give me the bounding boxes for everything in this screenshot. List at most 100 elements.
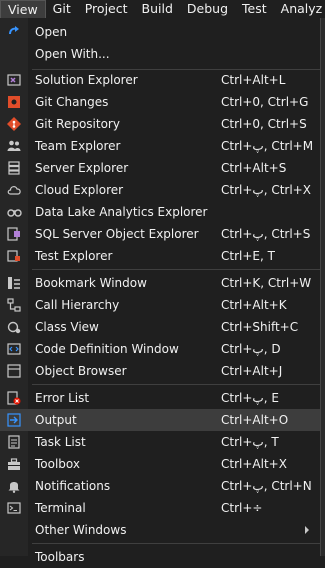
- menu-item-shortcut: Ctrl+پ, D: [221, 342, 281, 356]
- menu-item-code-definition-window[interactable]: Code Definition Window Ctrl+پ, D: [0, 338, 320, 360]
- menu-item-git-repository[interactable]: Git Repository Ctrl+0, Ctrl+S: [0, 113, 320, 135]
- team-explorer-icon: [6, 138, 22, 154]
- menu-item-solution-explorer[interactable]: Solution Explorer Ctrl+Alt+L: [0, 69, 320, 91]
- menu-item-shortcut: Ctrl+پ, E: [221, 391, 279, 405]
- menu-item-shortcut: Ctrl+E, T: [221, 249, 275, 263]
- menu-item-open[interactable]: Open: [0, 21, 320, 43]
- menu-item-bookmark-window[interactable]: Bookmark Window Ctrl+K, Ctrl+W: [0, 272, 320, 294]
- toolbox-icon: [6, 456, 22, 472]
- menu-build[interactable]: Build: [135, 0, 180, 18]
- submenu-arrow-icon: [305, 526, 309, 534]
- menu-item-toolbox[interactable]: Toolbox Ctrl+Alt+X: [0, 453, 320, 475]
- menu-item-class-view[interactable]: Class View Ctrl+Shift+C: [0, 316, 320, 338]
- git-changes-icon: [6, 94, 22, 110]
- menu-bar: View Git Project Build Debug Test Analyz: [0, 0, 325, 18]
- menu-item-git-changes[interactable]: Git Changes Ctrl+0, Ctrl+G: [0, 91, 320, 113]
- terminal-icon: [6, 500, 22, 516]
- menu-item-shortcut: Ctrl+Alt+O: [221, 413, 289, 427]
- menu-item-terminal[interactable]: Terminal Ctrl+÷: [0, 497, 320, 519]
- menu-separator: [32, 543, 320, 544]
- menu-item-label: Open: [35, 25, 68, 39]
- bookmark-icon: [6, 275, 22, 291]
- menu-item-label: Git Changes: [35, 95, 109, 109]
- menu-item-shortcut: Ctrl+پ, Ctrl+S: [221, 227, 311, 241]
- menu-item-test-explorer[interactable]: Test Explorer Ctrl+E, T: [0, 245, 320, 267]
- menu-item-shortcut: Ctrl+0, Ctrl+G: [221, 95, 309, 109]
- menu-item-shortcut: Ctrl+÷: [221, 501, 263, 515]
- menu-item-label: Bookmark Window: [35, 276, 147, 290]
- menu-item-shortcut: Ctrl+Alt+J: [221, 364, 283, 378]
- menu-project[interactable]: Project: [78, 0, 135, 18]
- menu-item-label: Toolbox: [35, 457, 80, 471]
- menu-item-server-explorer[interactable]: Server Explorer Ctrl+Alt+S: [0, 157, 320, 179]
- menu-item-call-hierarchy[interactable]: Call Hierarchy Ctrl+Alt+K: [0, 294, 320, 316]
- menu-item-toolbars[interactable]: Toolbars: [0, 546, 320, 568]
- menu-item-shortcut: Ctrl+پ, T: [221, 435, 279, 449]
- menu-item-shortcut: Ctrl+0, Ctrl+S: [221, 117, 307, 131]
- menu-item-label: Task List: [35, 435, 86, 449]
- menu-item-label: Code Definition Window: [35, 342, 179, 356]
- menu-item-cloud-explorer[interactable]: Cloud Explorer Ctrl+پ, Ctrl+X: [0, 179, 320, 201]
- menu-item-label: Open With...: [35, 47, 110, 61]
- menu-item-label: Class View: [35, 320, 99, 334]
- menu-item-output[interactable]: Output Ctrl+Alt+O: [0, 409, 320, 431]
- menu-item-label: Cloud Explorer: [35, 183, 124, 197]
- menu-item-label: Data Lake Analytics Explorer: [35, 205, 208, 219]
- menu-separator: [32, 269, 320, 270]
- object-browser-icon: [6, 363, 22, 379]
- menu-item-label: Toolbars: [35, 550, 85, 564]
- solution-explorer-icon: [6, 72, 22, 88]
- menu-item-shortcut: Ctrl+Alt+L: [221, 73, 286, 87]
- code-definition-icon: [6, 341, 22, 357]
- menu-item-label: Output: [35, 413, 77, 427]
- menu-item-shortcut: Ctrl+پ, Ctrl+M: [221, 139, 314, 153]
- menu-item-label: Notifications: [35, 479, 111, 493]
- menu-item-label: Git Repository: [35, 117, 120, 131]
- menu-item-team-explorer[interactable]: Team Explorer Ctrl+پ, Ctrl+M: [0, 135, 320, 157]
- menu-separator: [32, 384, 320, 385]
- menu-item-shortcut: Ctrl+پ, Ctrl+X: [221, 183, 311, 197]
- menu-analyze[interactable]: Analyz: [274, 0, 325, 18]
- menu-item-open-with[interactable]: Open With...: [0, 43, 320, 65]
- server-explorer-icon: [6, 160, 22, 176]
- menu-test[interactable]: Test: [235, 0, 274, 18]
- menu-item-label: Error List: [35, 391, 90, 405]
- view-dropdown-menu: Open Open With... Solution Explorer Ctrl…: [0, 18, 321, 564]
- menu-item-notifications[interactable]: Notifications Ctrl+پ, Ctrl+N: [0, 475, 320, 497]
- cloud-icon: [6, 182, 22, 198]
- binoculars-icon: [6, 204, 22, 220]
- task-list-icon: [6, 434, 22, 450]
- menu-item-data-lake-analytics-explorer[interactable]: Data Lake Analytics Explorer: [0, 201, 320, 223]
- menu-item-label: Other Windows: [35, 523, 127, 537]
- open-arrow-icon: [6, 24, 22, 40]
- menu-item-label: SQL Server Object Explorer: [35, 227, 199, 241]
- menu-item-shortcut: Ctrl+Alt+S: [221, 161, 287, 175]
- menu-item-shortcut: Ctrl+Alt+K: [221, 298, 287, 312]
- menu-item-label: Server Explorer: [35, 161, 129, 175]
- call-hierarchy-icon: [6, 297, 22, 313]
- menu-git[interactable]: Git: [46, 0, 78, 18]
- error-list-icon: [6, 390, 22, 406]
- output-icon: [6, 412, 22, 428]
- menu-item-sql-server-object-explorer[interactable]: SQL Server Object Explorer Ctrl+پ, Ctrl+…: [0, 223, 320, 245]
- menu-item-shortcut: Ctrl+Alt+X: [221, 457, 287, 471]
- menu-item-label: Team Explorer: [35, 139, 121, 153]
- menu-item-error-list[interactable]: Error List Ctrl+پ, E: [0, 387, 320, 409]
- menu-item-shortcut: Ctrl+Shift+C: [221, 320, 299, 334]
- menu-item-shortcut: Ctrl+K, Ctrl+W: [221, 276, 312, 290]
- scrollbar[interactable]: [321, 18, 325, 556]
- menu-item-label: Solution Explorer: [35, 73, 138, 87]
- menu-item-task-list[interactable]: Task List Ctrl+پ, T: [0, 431, 320, 453]
- test-explorer-icon: [6, 248, 22, 264]
- menu-item-label: Test Explorer: [35, 249, 113, 263]
- bell-icon: [6, 478, 22, 494]
- menu-debug[interactable]: Debug: [180, 0, 235, 18]
- menu-item-label: Object Browser: [35, 364, 127, 378]
- menu-item-other-windows[interactable]: Other Windows: [0, 519, 320, 541]
- class-view-icon: [6, 319, 22, 335]
- menu-item-shortcut: Ctrl+پ, Ctrl+N: [221, 479, 312, 493]
- git-repository-icon: [6, 116, 22, 132]
- menu-view[interactable]: View: [0, 0, 46, 18]
- menu-item-label: Call Hierarchy: [35, 298, 120, 312]
- menu-item-object-browser[interactable]: Object Browser Ctrl+Alt+J: [0, 360, 320, 382]
